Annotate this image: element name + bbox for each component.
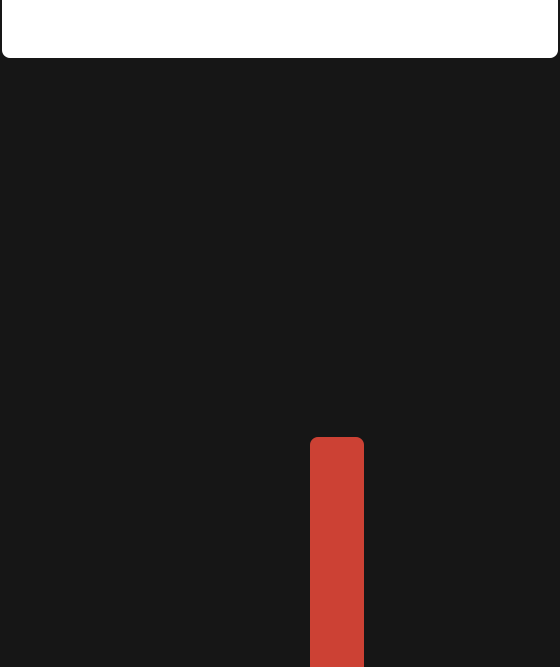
top-bar: [2, 0, 558, 58]
content-area: [0, 58, 560, 667]
red-bar[interactable]: [310, 437, 364, 667]
app-canvas: [0, 0, 560, 667]
